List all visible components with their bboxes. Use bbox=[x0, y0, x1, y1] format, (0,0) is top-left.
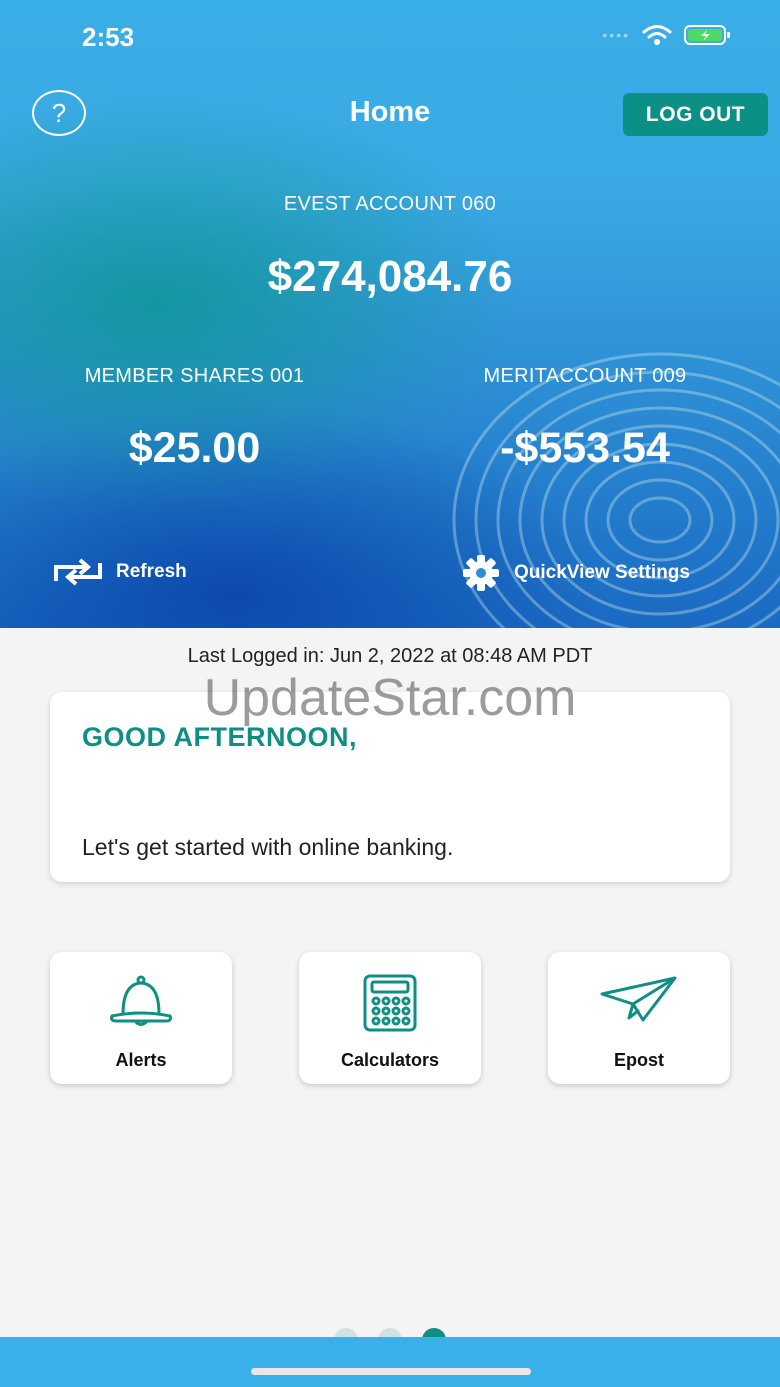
gear-icon bbox=[463, 555, 499, 591]
calculators-label: Calculators bbox=[340, 1050, 440, 1070]
refresh-button[interactable]: Refresh bbox=[52, 557, 187, 587]
main-account-balance[interactable]: $274,084.76 bbox=[0, 252, 780, 302]
refresh-icon bbox=[54, 558, 102, 586]
signal-icon: •••• bbox=[602, 27, 630, 43]
wifi-icon bbox=[642, 25, 672, 45]
calculator-icon bbox=[363, 974, 417, 1032]
greeting-text: Let's get started with online banking. bbox=[82, 834, 454, 860]
epost-tile[interactable]: Epost bbox=[548, 952, 730, 1084]
alerts-tile[interactable]: Alerts bbox=[50, 952, 232, 1084]
paper-plane-icon bbox=[600, 976, 677, 1022]
logout-button[interactable]: LOG OUT bbox=[623, 93, 768, 136]
alerts-label: Alerts bbox=[115, 1050, 167, 1070]
member-shares-label: MEMBER SHARES 001 bbox=[84, 365, 305, 387]
last-login-text: Last Logged in: Jun 2, 2022 at 08:48 AM … bbox=[187, 645, 593, 667]
status-time: 2:53 bbox=[82, 22, 135, 52]
calculators-tile[interactable]: Calculators bbox=[299, 952, 481, 1084]
quickview-settings-button[interactable]: QuickView Settings bbox=[460, 554, 690, 592]
member-shares-balance[interactable]: $25.00 bbox=[52, 424, 337, 473]
watermark: UpdateStar.com bbox=[203, 669, 577, 727]
account-summary-panel: 2:53 •••• ? Home LOG OUT EVEST ACCOUNT 0… bbox=[0, 0, 780, 628]
main-account-label: EVEST ACCOUNT 060 bbox=[283, 193, 497, 215]
merit-account-balance[interactable]: -$553.54 bbox=[440, 424, 730, 473]
merit-account-label: MERITACCOUNT 009 bbox=[483, 365, 687, 387]
bell-icon bbox=[110, 975, 172, 1026]
battery-icon bbox=[684, 25, 730, 45]
home-indicator[interactable] bbox=[251, 1368, 531, 1375]
status-icons: •••• bbox=[602, 24, 732, 46]
refresh-label: Refresh bbox=[116, 561, 187, 582]
bottom-bar bbox=[0, 1337, 780, 1387]
quickview-settings-label: QuickView Settings bbox=[514, 562, 690, 583]
epost-label: Epost bbox=[613, 1050, 664, 1070]
